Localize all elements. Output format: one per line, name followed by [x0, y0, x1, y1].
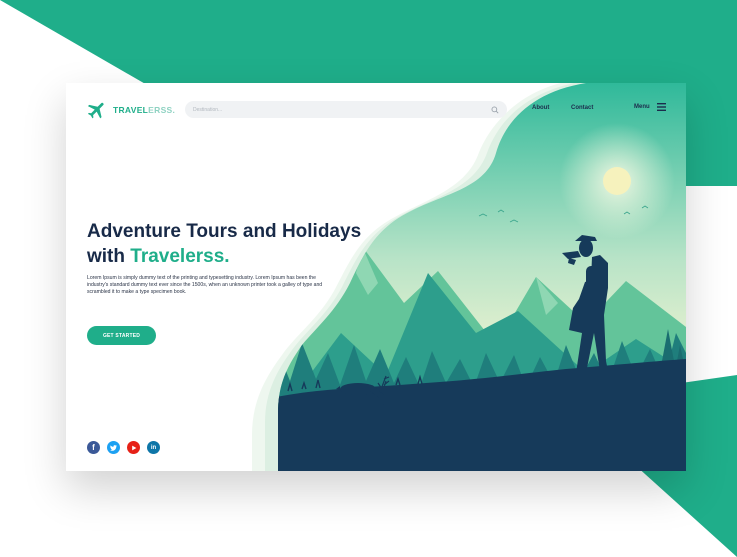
menu-label: Menu [634, 104, 650, 110]
airplane-icon [87, 102, 104, 119]
brand-logo[interactable]: TRAVELERSS. [86, 99, 175, 121]
facebook-letter: f [92, 442, 95, 452]
brand-name-part2: ERSS. [148, 104, 176, 115]
landing-page-card: TRAVELERSS. About Contact Menu Adventure… [66, 83, 686, 471]
play-glyph [131, 445, 136, 450]
nav-link-about[interactable]: About [532, 105, 549, 111]
headline-brand: Travelerss. [130, 246, 230, 267]
headline-line1: Adventure Tours and Holidays [87, 221, 362, 242]
youtube-icon[interactable] [127, 441, 140, 454]
social-links: f in [87, 441, 167, 454]
linkedin-letters: in [150, 444, 157, 451]
facebook-icon[interactable]: f [87, 441, 100, 454]
brand-name-part1: TRAVEL [113, 104, 149, 115]
search-bar [185, 101, 507, 118]
hero-description: Lorem Ipsum is simply dummy text of the … [87, 275, 323, 295]
search-icon[interactable] [491, 106, 499, 114]
brand-name: TRAVELERSS. [113, 106, 175, 115]
twitter-icon[interactable] [107, 441, 120, 454]
twitter-bird-glyph [110, 444, 117, 451]
search-input[interactable] [193, 106, 491, 113]
nav-link-contact[interactable]: Contact [571, 105, 593, 111]
get-started-button[interactable]: GET STARTED [87, 326, 156, 345]
headline-with: with [87, 246, 131, 267]
menu-button[interactable]: Menu [634, 103, 666, 111]
linkedin-icon[interactable]: in [147, 441, 160, 454]
hamburger-icon [656, 103, 666, 111]
hero-headline: Adventure Tours and Holidays with Travele… [87, 219, 387, 269]
